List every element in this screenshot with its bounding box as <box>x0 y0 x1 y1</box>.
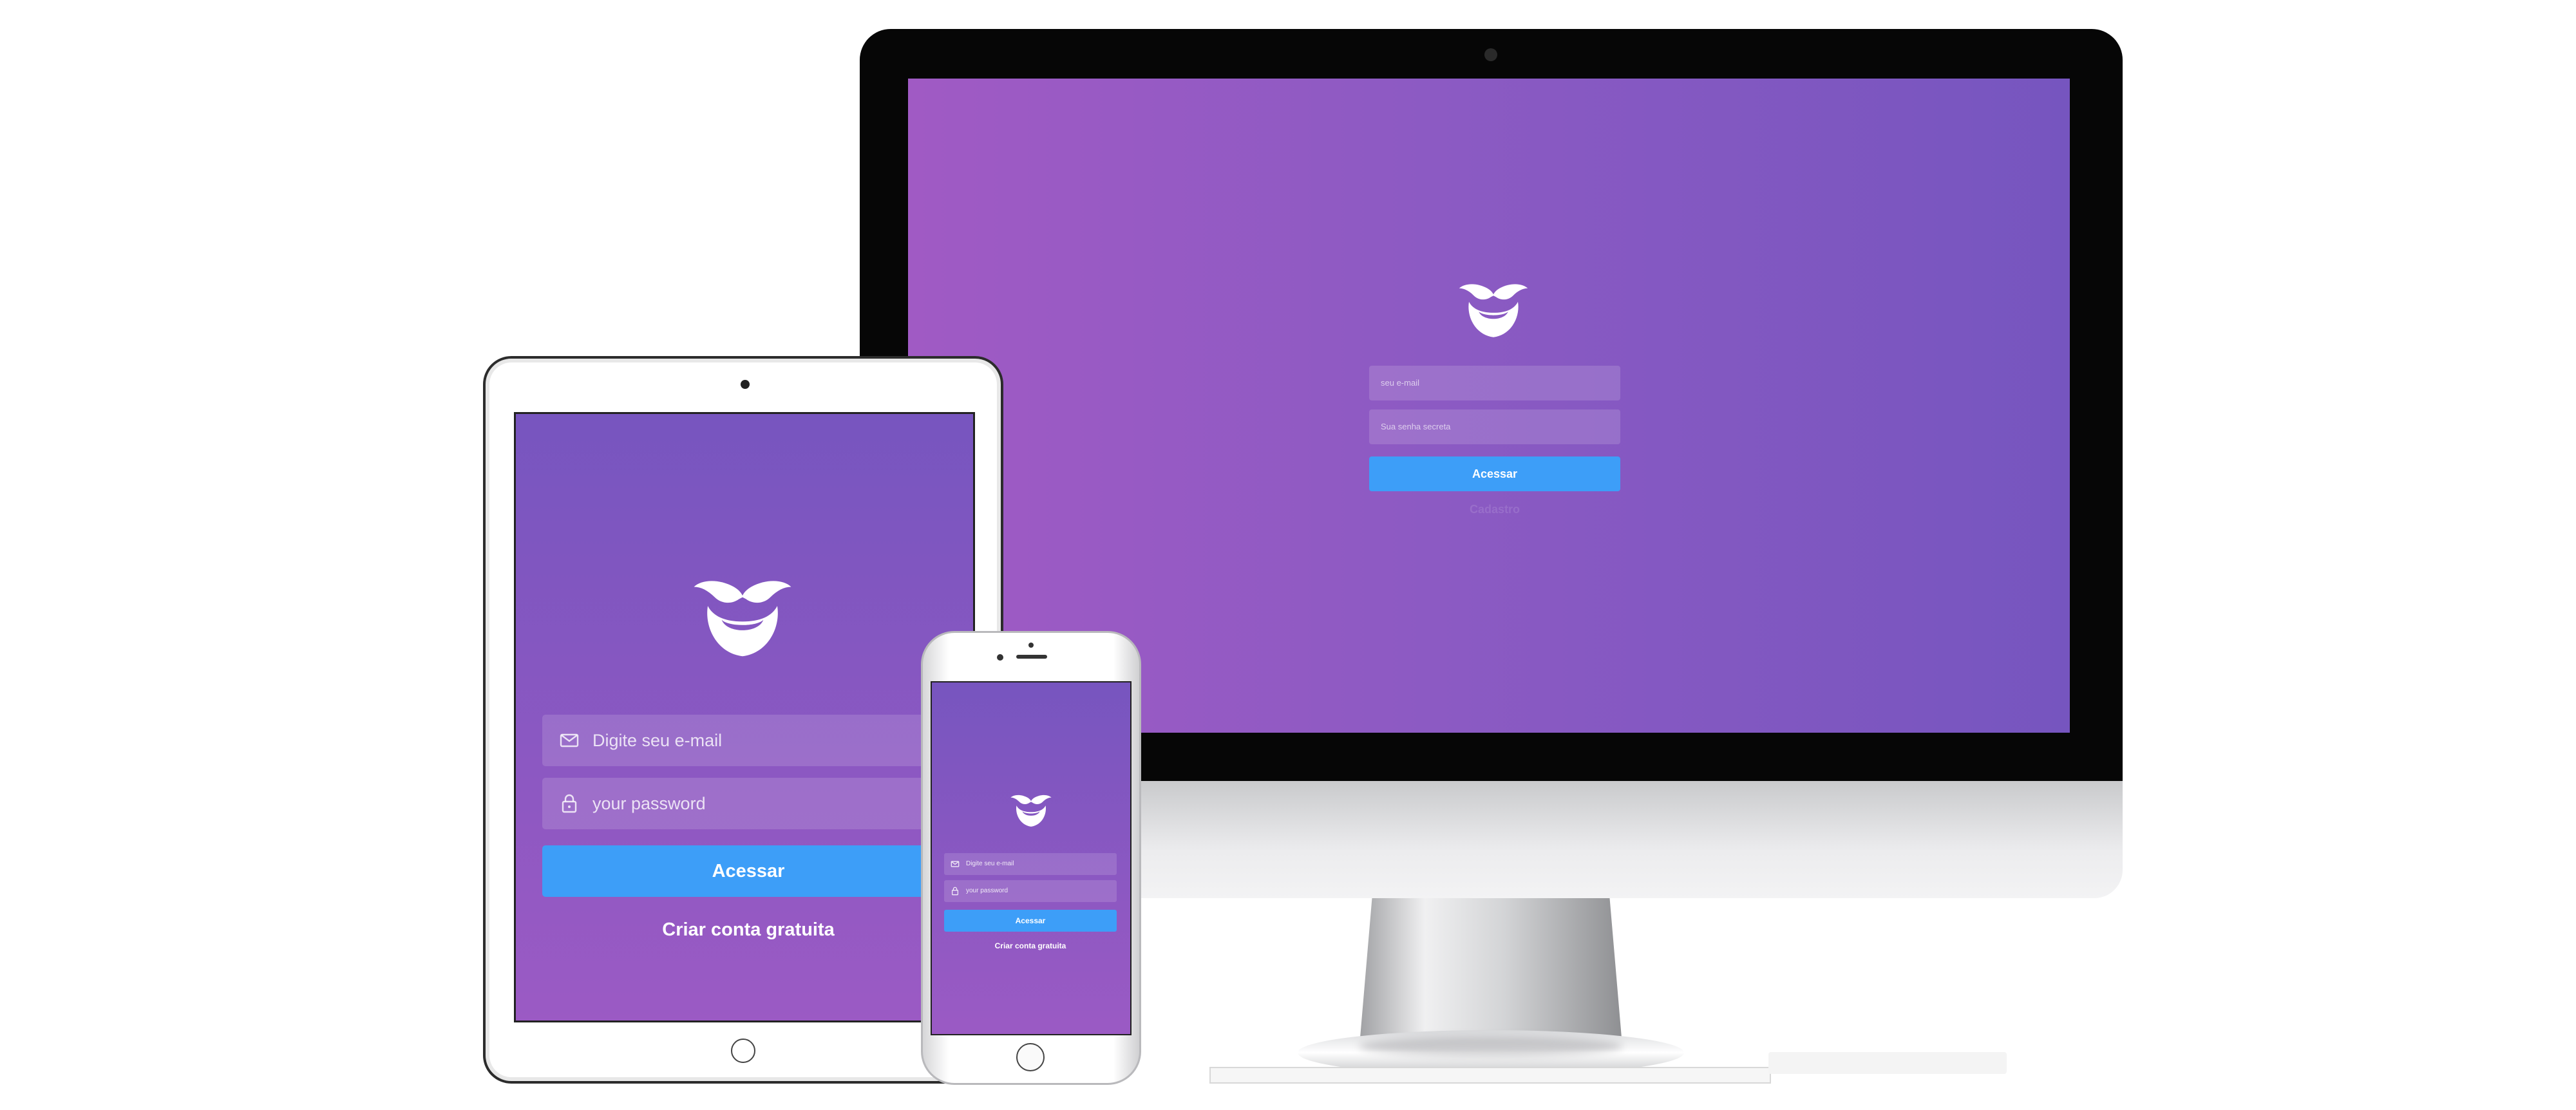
ipad-camera <box>741 380 750 389</box>
tablet-submit-button[interactable]: Acessar <box>542 845 954 897</box>
phone-signup-link[interactable]: Criar conta gratuita <box>944 939 1117 952</box>
mustache-logo-icon <box>1459 284 1528 337</box>
phone-email-input[interactable]: Digite seu e-mail <box>944 853 1117 875</box>
iphone-camera <box>997 654 1003 661</box>
keyboard-base <box>1209 1067 1771 1084</box>
desktop-signup-link[interactable]: Cadastro <box>1369 500 1620 519</box>
imac-camera <box>1484 48 1497 61</box>
tablet-password-input[interactable]: your password <box>542 778 954 829</box>
desktop-password-input[interactable]: Sua senha secreta <box>1369 409 1620 444</box>
lock-icon <box>562 794 577 813</box>
iphone-home-button <box>1016 1043 1045 1071</box>
mustache-logo-icon <box>694 581 791 657</box>
imac-foot-shadow <box>1359 1037 1623 1056</box>
mail-icon <box>951 861 960 867</box>
iphone-sensor <box>1028 643 1034 648</box>
mail-icon <box>560 733 579 748</box>
lock-icon <box>951 887 959 896</box>
phone-submit-button[interactable]: Acessar <box>944 910 1117 932</box>
tablet-email-input[interactable]: Digite seu e-mail <box>542 715 954 766</box>
tablet-signup-link[interactable]: Criar conta gratuita <box>542 917 954 943</box>
iphone-speaker <box>1016 655 1047 659</box>
phone-password-input[interactable]: your password <box>944 880 1117 902</box>
desktop-submit-button[interactable]: Acessar <box>1369 456 1620 491</box>
desk-surface <box>1768 1052 2007 1074</box>
ipad-home-button <box>731 1039 755 1063</box>
desktop-email-input[interactable]: seu e-mail <box>1369 366 1620 400</box>
mustache-logo-icon <box>1010 795 1052 827</box>
imac-stand <box>1359 898 1623 1053</box>
